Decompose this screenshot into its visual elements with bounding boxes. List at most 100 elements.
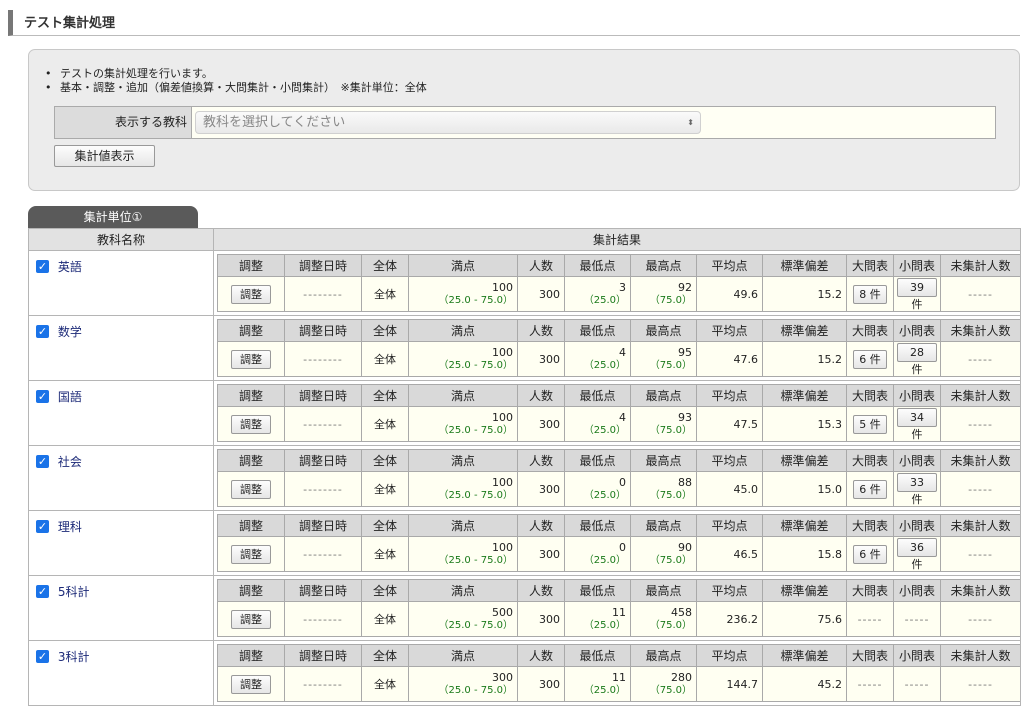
adjust-button[interactable]: 調整 [231, 544, 271, 564]
max-range: （75.0） [649, 490, 692, 501]
subject-select[interactable]: 教科を選択してください ⬍ [195, 111, 701, 134]
full-score-cell: 100 （25.0 - 75.0） [408, 536, 518, 572]
std-dev-value: 15.2 [762, 341, 847, 377]
subject-checkbox[interactable]: ✓ [36, 390, 49, 403]
show-aggregate-button[interactable]: 集計値表示 [54, 145, 155, 167]
scope-value: 全体 [361, 536, 409, 572]
small-question-button[interactable]: 28 件 [897, 342, 937, 376]
full-score-range: （25.0 - 75.0） [438, 490, 514, 501]
subject-cell: ✓ 社会 [28, 445, 214, 511]
subject-checkbox[interactable]: ✓ [36, 260, 49, 273]
small-question-button[interactable]: 33 件 [897, 472, 937, 506]
header-adjust: 調整 [217, 254, 285, 277]
big-question-cell: 8 件 [846, 276, 894, 312]
small-question-button[interactable]: 39 件 [897, 277, 937, 311]
subject-checkbox[interactable]: ✓ [36, 455, 49, 468]
max-range: （75.0） [649, 360, 692, 371]
result-value-row: 調整 -------- 全体 100 （25.0 - 75.0） 300 4 （… [217, 341, 1021, 377]
adjust-datetime: -------- [284, 601, 362, 637]
count-value: 300 [517, 276, 565, 312]
header-std-dev: 標準偏差 [762, 579, 847, 602]
std-dev-value: 15.0 [762, 471, 847, 507]
small-question-button[interactable]: 34 件 [897, 407, 937, 441]
big-question-button[interactable]: 6 件 [853, 544, 887, 564]
min-range: （25.0） [583, 555, 626, 566]
header-small-question: 小問表 [893, 449, 941, 472]
header-unaggregated: 未集計人数 [940, 579, 1021, 602]
subject-cell: ✓ 5科計 [28, 575, 214, 641]
header-count: 人数 [517, 514, 565, 537]
header-adjust: 調整 [217, 514, 285, 537]
adjust-button[interactable]: 調整 [231, 479, 271, 499]
small-question-cell: 34 件 [893, 406, 941, 442]
count-value: 300 [517, 406, 565, 442]
max-value: 90 [678, 541, 692, 554]
header-full-score: 満点 [408, 644, 518, 667]
unaggregated-value: ----- [940, 471, 1021, 507]
header-adjust: 調整 [217, 384, 285, 407]
subject-select-label: 表示する教科 [55, 107, 192, 138]
header-count: 人数 [517, 384, 565, 407]
subject-row: ✓ 3科計 調整 調整日時 全体 満点 人数 最低点 最高点 平均点 標準偏差 … [28, 640, 1021, 706]
subject-name: 5科計 [57, 585, 90, 599]
header-full-score: 満点 [408, 579, 518, 602]
subject-checkbox[interactable]: ✓ [36, 325, 49, 338]
full-score-cell: 300 （25.0 - 75.0） [408, 666, 518, 702]
subject-checkbox[interactable]: ✓ [36, 650, 49, 663]
max-range: （75.0） [649, 425, 692, 436]
max-cell: 458 （75.0） [630, 601, 697, 637]
min-value: 11 [612, 671, 626, 684]
header-max: 最高点 [630, 514, 697, 537]
subject-name: 社会 [57, 455, 82, 469]
header-unaggregated: 未集計人数 [940, 254, 1021, 277]
big-question-button[interactable]: 6 件 [853, 349, 887, 369]
header-unaggregated: 未集計人数 [940, 384, 1021, 407]
big-question-button[interactable]: 8 件 [853, 284, 887, 304]
select-arrows-icon: ⬍ [687, 118, 694, 127]
adjust-button[interactable]: 調整 [231, 674, 271, 694]
subject-checkbox[interactable]: ✓ [36, 585, 49, 598]
adjust-button[interactable]: 調整 [231, 609, 271, 629]
result-header-row: 調整 調整日時 全体 満点 人数 最低点 最高点 平均点 標準偏差 大問表 小問… [217, 254, 1021, 277]
big-question-button[interactable]: 6 件 [853, 479, 887, 499]
header-big-question: 大問表 [846, 384, 894, 407]
header-adjust-datetime: 調整日時 [284, 449, 362, 472]
header-average: 平均点 [696, 579, 763, 602]
result-header-row: 調整 調整日時 全体 満点 人数 最低点 最高点 平均点 標準偏差 大問表 小問… [217, 384, 1021, 407]
subject-checkbox[interactable]: ✓ [36, 520, 49, 533]
unaggregated-value: ----- [940, 406, 1021, 442]
header-max: 最高点 [630, 319, 697, 342]
header-average: 平均点 [696, 449, 763, 472]
unaggregated-value: ----- [940, 536, 1021, 572]
max-value: 458 [671, 606, 692, 619]
average-value: 49.6 [696, 276, 763, 312]
average-value: 47.5 [696, 406, 763, 442]
adjust-button[interactable]: 調整 [231, 349, 271, 369]
small-question-button[interactable]: 36 件 [897, 537, 937, 571]
max-cell: 88 （75.0） [630, 471, 697, 507]
page-title-bar: テスト集計処理 [8, 10, 1020, 36]
tab-aggregate-unit-1[interactable]: 集計単位① [28, 206, 198, 228]
full-score-range: （25.0 - 75.0） [438, 425, 514, 436]
result-cell: 調整 調整日時 全体 満点 人数 最低点 最高点 平均点 標準偏差 大問表 小問… [213, 380, 1021, 446]
count-value: 300 [517, 536, 565, 572]
full-score-cell: 100 （25.0 - 75.0） [408, 471, 518, 507]
max-cell: 92 （75.0） [630, 276, 697, 312]
big-question-value: ----- [857, 612, 883, 626]
adjust-datetime: -------- [284, 536, 362, 572]
adjust-button[interactable]: 調整 [231, 284, 271, 304]
big-question-value: ----- [857, 677, 883, 691]
big-question-cell: ----- [846, 666, 894, 702]
result-column-header: 集計結果 [213, 228, 1021, 251]
header-unaggregated: 未集計人数 [940, 514, 1021, 537]
full-score-value: 100 [492, 476, 513, 489]
std-dev-value: 75.6 [762, 601, 847, 637]
big-question-button[interactable]: 5 件 [853, 414, 887, 434]
adjust-button[interactable]: 調整 [231, 414, 271, 434]
header-big-question: 大問表 [846, 644, 894, 667]
small-question-cell: ----- [893, 601, 941, 637]
header-small-question: 小問表 [893, 514, 941, 537]
min-value: 3 [619, 281, 626, 294]
big-question-cell: 6 件 [846, 471, 894, 507]
full-score-range: （25.0 - 75.0） [438, 555, 514, 566]
